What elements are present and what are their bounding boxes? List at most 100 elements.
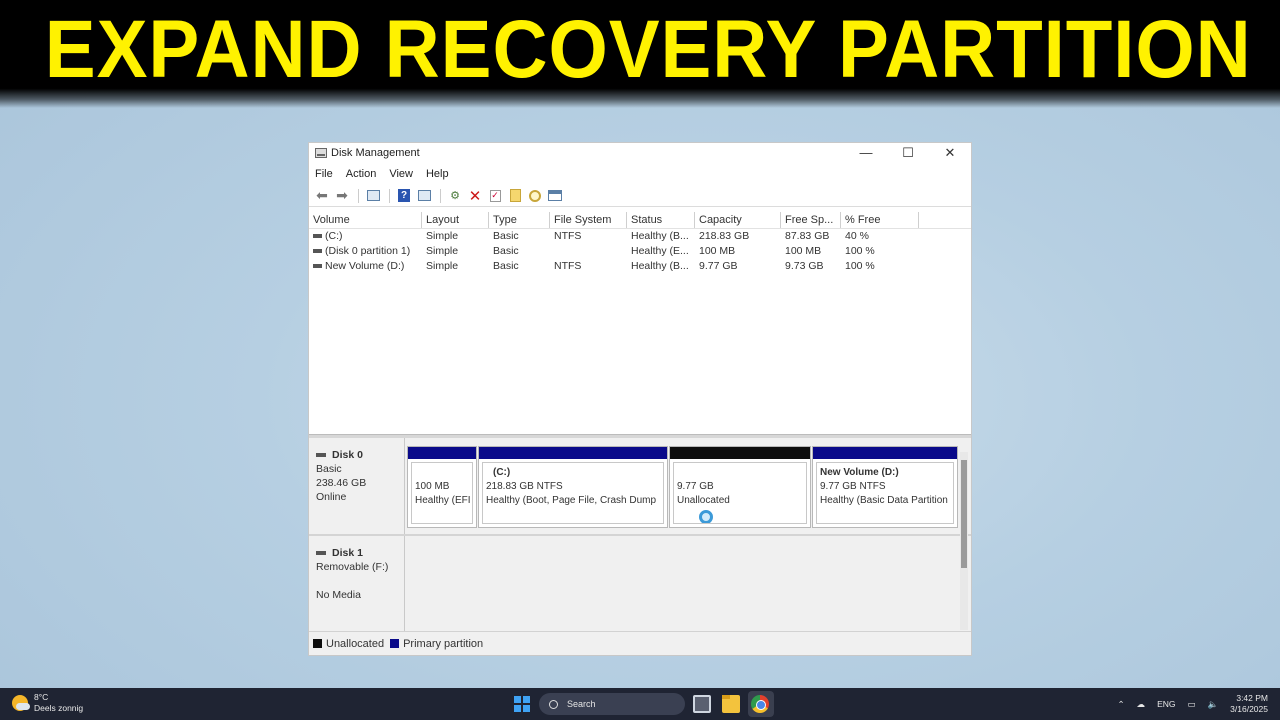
- table-row[interactable]: (Disk 0 partition 1) Simple Basic Health…: [309, 244, 971, 259]
- drive-icon: [313, 264, 322, 269]
- volume-cell: (C:): [309, 229, 422, 244]
- weather-widget[interactable]: 8°C Deels zonnig: [12, 692, 83, 714]
- toolbar-separator: [358, 188, 359, 203]
- search-volume-icon[interactable]: [526, 188, 544, 204]
- percent-free-cell: 100 %: [845, 245, 875, 257]
- weather-temp: 8°C: [34, 692, 49, 702]
- status-cell: Healthy (B...: [631, 260, 689, 272]
- forward-arrow-icon[interactable]: ➡: [333, 187, 351, 204]
- disk-1-name: Disk 1: [332, 547, 363, 559]
- properties-icon[interactable]: [415, 188, 433, 204]
- disk-icon: [316, 453, 326, 458]
- search-icon: [549, 699, 558, 709]
- help-icon[interactable]: ?: [395, 188, 413, 204]
- table-row[interactable]: New Volume (D:) Simple Basic NTFS Health…: [309, 259, 971, 274]
- new-document-icon[interactable]: [506, 188, 524, 204]
- capacity-cell: 9.77 GB: [699, 260, 738, 272]
- primary-partition-bar: [408, 447, 476, 459]
- window-title: Disk Management: [331, 147, 420, 159]
- partition-size: 100 MB: [415, 481, 450, 492]
- partition-c[interactable]: (C:) 218.83 GB NTFS Healthy (Boot, Page …: [478, 446, 668, 528]
- disk-0-name: Disk 0: [332, 449, 363, 461]
- free-space-cell: 87.83 GB: [785, 230, 830, 242]
- menu-action[interactable]: Action: [346, 168, 377, 180]
- maximize-button[interactable]: ☐: [887, 143, 929, 163]
- column-layout[interactable]: Layout: [422, 212, 489, 228]
- check-icon[interactable]: ✓: [486, 188, 504, 204]
- legend-label: Primary partition: [403, 637, 484, 650]
- disk-icon: [316, 551, 326, 556]
- disk-management-window: Disk Management — ☐ ✕ File Action View H…: [308, 142, 972, 656]
- chrome-icon[interactable]: [751, 695, 769, 713]
- type-cell: Basic: [493, 245, 519, 257]
- console-tree-icon[interactable]: [364, 188, 382, 204]
- window-titlebar[interactable]: Disk Management — ☐ ✕: [309, 143, 971, 163]
- vertical-scrollbar[interactable]: [960, 452, 968, 630]
- free-space-cell: 9.73 GB: [785, 260, 824, 272]
- drive-icon: [313, 234, 322, 239]
- column-type[interactable]: Type: [489, 212, 550, 228]
- disk-0-status: Online: [316, 491, 347, 503]
- volume-list-header: Volume Layout Type File System Status Ca…: [309, 212, 971, 229]
- partition-status: Healthy (EFI: [415, 495, 471, 506]
- layout-cell: Simple: [426, 230, 459, 242]
- column-capacity[interactable]: Capacity: [695, 212, 781, 228]
- connect-icon[interactable]: ⚙: [446, 188, 464, 204]
- close-button[interactable]: ✕: [929, 143, 971, 163]
- partition-status: Healthy (Boot, Page File, Crash Dump: [486, 495, 657, 506]
- chevron-up-icon[interactable]: ⌃: [1118, 699, 1125, 710]
- table-row[interactable]: (C:) Simple Basic NTFS Healthy (B... 218…: [309, 229, 971, 244]
- file-explorer-icon[interactable]: [722, 695, 740, 713]
- partition-d[interactable]: New Volume (D:) 9.77 GB NTFS Healthy (Ba…: [812, 446, 958, 528]
- busy-cursor-icon: [699, 510, 713, 523]
- legend: Unallocated Primary partition: [309, 631, 971, 655]
- column-percent-free[interactable]: % Free: [841, 212, 919, 228]
- layout-cell: Simple: [426, 245, 459, 257]
- disk-0-size: 238.46 GB: [316, 477, 367, 489]
- column-free-space[interactable]: Free Sp...: [781, 212, 841, 228]
- onedrive-cloud-icon[interactable]: ☁: [1137, 699, 1146, 710]
- status-cell: Healthy (B...: [631, 230, 689, 242]
- menu-file[interactable]: File: [315, 168, 333, 180]
- disk-1-type: Removable (F:): [316, 561, 389, 573]
- partition-name: [415, 466, 472, 480]
- disk-1-status: No Media: [316, 589, 361, 601]
- network-icon[interactable]: ▭: [1188, 699, 1196, 710]
- column-volume[interactable]: Volume: [309, 212, 422, 228]
- back-arrow-icon[interactable]: ⬅: [313, 187, 331, 204]
- language-indicator[interactable]: ENG: [1157, 699, 1175, 709]
- task-view-icon[interactable]: [693, 695, 711, 713]
- menu-help[interactable]: Help: [426, 168, 449, 180]
- start-button[interactable]: [514, 696, 530, 712]
- disk-1-label[interactable]: Disk 1 Removable (F:) No Media: [309, 536, 405, 631]
- file-system-cell: NTFS: [554, 230, 582, 242]
- delete-icon[interactable]: ✕: [466, 188, 484, 205]
- partition-efi-info: 100 MB Healthy (EFI: [411, 462, 473, 524]
- legend-primary: Primary partition: [390, 638, 483, 650]
- file-system-cell: NTFS: [554, 260, 582, 272]
- minimize-button[interactable]: —: [845, 143, 887, 163]
- clock-date: 3/16/2025: [1230, 704, 1268, 714]
- partition-name: New Volume (D:): [820, 467, 899, 478]
- search-placeholder: Search: [567, 699, 596, 709]
- menu-view[interactable]: View: [389, 168, 413, 180]
- partition-unallocated[interactable]: 9.77 GB Unallocated: [669, 446, 811, 528]
- disk-0-label[interactable]: Disk 0 Basic 238.46 GB Online: [309, 438, 405, 534]
- taskbar-search[interactable]: Search: [539, 693, 685, 715]
- column-status[interactable]: Status: [627, 212, 695, 228]
- column-file-system[interactable]: File System: [550, 212, 627, 228]
- capacity-cell: 218.83 GB: [699, 230, 750, 242]
- partition-efi[interactable]: 100 MB Healthy (EFI: [407, 446, 477, 528]
- file-system-cell: [550, 244, 627, 259]
- scrollbar-thumb[interactable]: [961, 460, 967, 568]
- status-cell: Healthy (E...: [631, 245, 689, 257]
- partition-size: 9.77 GB NTFS: [820, 481, 886, 492]
- type-cell: Basic: [493, 230, 519, 242]
- disk-0-type: Basic: [316, 463, 342, 475]
- type-cell: Basic: [493, 260, 519, 272]
- toolbar-separator: [440, 188, 441, 203]
- clock[interactable]: 3:42 PM 3/16/2025: [1230, 693, 1268, 715]
- window-view-icon[interactable]: [546, 188, 564, 204]
- banner-title: EXPAND RECOVERY PARTITION: [44, 4, 1252, 95]
- volume-icon[interactable]: 🔈: [1208, 699, 1219, 710]
